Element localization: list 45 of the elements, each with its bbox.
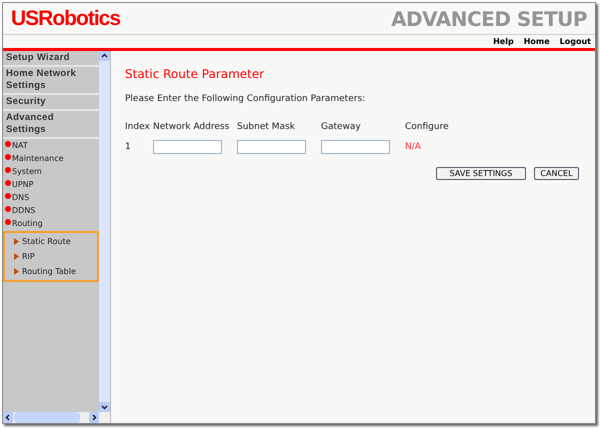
page-title: ADVANCED SETUP [391,6,587,32]
vertical-scrollbar[interactable] [99,51,110,412]
column-header: Configure [405,122,449,132]
triangle-icon [14,238,19,245]
form-button[interactable]: SAVE SETTINGS [436,166,526,180]
triangle-icon [14,253,19,260]
sidebar-item[interactable]: DNS [12,192,30,204]
sidebar-item[interactable]: NAT [12,140,28,152]
scroll-down-icon[interactable] [99,402,110,412]
column-header: Gateway [321,122,361,132]
form-button[interactable]: CANCEL [534,166,579,180]
column-header: Subnet Mask [237,122,295,132]
submenu-item[interactable]: Routing Table [22,266,76,278]
bullet-icon [5,193,11,199]
column-header: Network Address [153,122,230,132]
sidebar-item[interactable]: Maintenance [12,152,64,164]
bullet-icon [5,154,11,160]
section-title: Static Route Parameter [125,66,266,83]
sidebar-item[interactable]: System [12,166,42,178]
scroll-right-icon[interactable] [89,412,99,423]
bullet-icon [5,180,11,186]
status-text: N/A [405,142,421,152]
triangle-icon [14,268,19,275]
scroll-left-icon[interactable] [3,412,13,423]
sidebar-item[interactable]: Routing [12,218,43,230]
logo: USRobotics [11,6,120,32]
input-field[interactable] [237,140,306,154]
nav-link[interactable]: Help [493,36,514,48]
submenu-item[interactable]: RIP [22,250,35,262]
nav-link[interactable]: Logout [560,36,591,48]
bullet-icon [5,206,11,212]
horizontal-scrollbar[interactable] [3,412,99,423]
nav-link[interactable]: Home [524,36,550,48]
input-field[interactable] [153,140,222,154]
instructions: Please Enter the Following Configuration Parameters: [125,93,366,106]
bullet-icon [5,219,11,225]
table-cell: 1 [125,142,131,152]
submenu-item[interactable]: Static Route [22,236,71,248]
column-header: Index [125,122,150,132]
sidebar-item[interactable]: DDNS [12,204,36,216]
bullet-icon [5,167,11,173]
bullet-icon [5,141,11,147]
scroll-up-icon[interactable] [99,51,110,61]
sidebar-item[interactable]: UPNP [12,178,34,190]
input-field[interactable] [321,140,390,154]
